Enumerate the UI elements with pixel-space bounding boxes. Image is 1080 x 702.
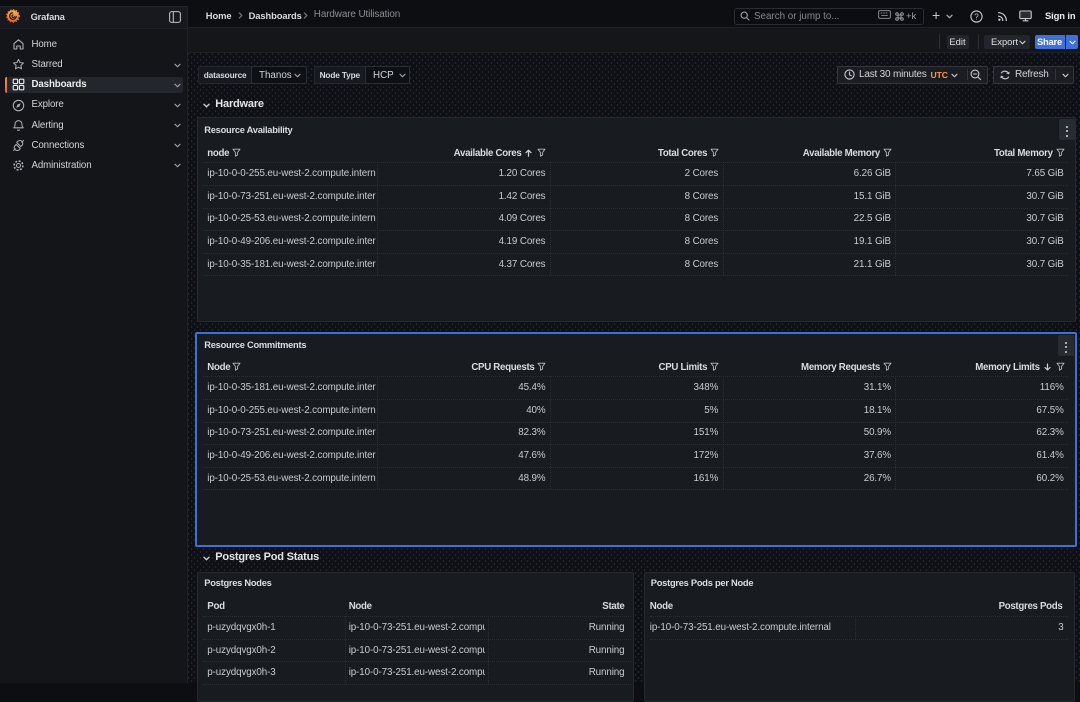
svg-text:?: ? bbox=[974, 12, 979, 21]
